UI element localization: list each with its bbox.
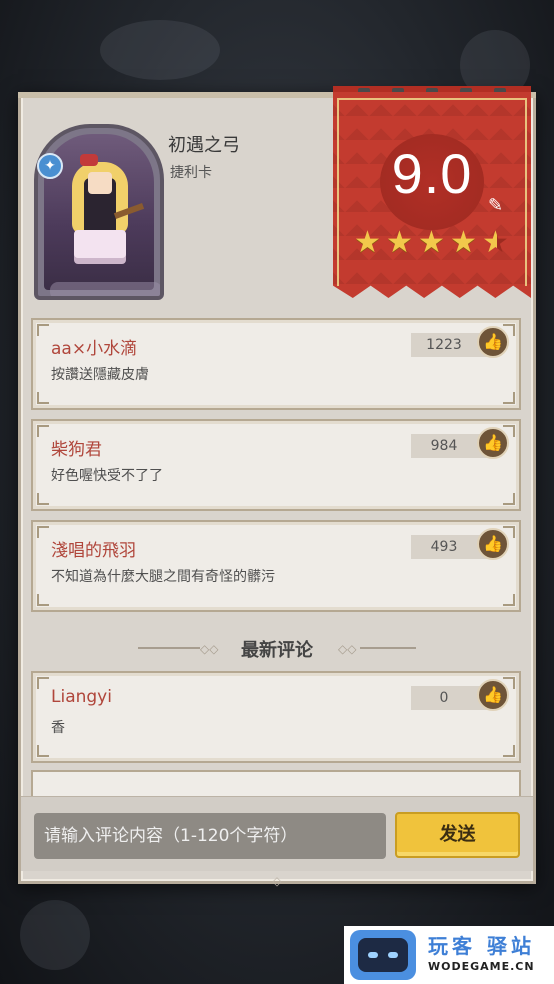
latest-comments-title: 最新评论 <box>241 640 313 661</box>
comment-card: 柴狗君 好色喔快受不了了 984 👍 <box>31 419 521 511</box>
comment-card: 淺唱的飛羽 不知道為什麼大腿之間有奇怪的髒污 493 👍 <box>31 520 521 612</box>
star-icon: ★ <box>450 225 477 260</box>
comment-username[interactable]: Liangyi <box>51 687 112 707</box>
comment-text: 按讚送隱藏皮膚 <box>51 367 149 383</box>
rating-score: 9.0 <box>391 142 473 205</box>
comment-username[interactable]: aa×小水滴 <box>51 334 137 359</box>
background-blur <box>20 900 90 970</box>
archer-badge-icon: ✦ <box>37 153 63 179</box>
comment-username[interactable]: 淺唱的飛羽 <box>51 536 136 561</box>
comment-card: Liangyi 香 0 👍 <box>31 671 521 763</box>
send-button[interactable]: 发送 <box>395 812 520 858</box>
hero-name: 初遇之弓 <box>168 135 240 156</box>
panel-bottom-ornament: ◇ <box>272 874 282 888</box>
pencil-icon[interactable]: ✎ <box>488 196 508 216</box>
hero-type: 捷利卡 <box>170 165 212 181</box>
star-icon: ★ <box>418 225 445 260</box>
diamond-ornament-icon: ◇◇ <box>338 642 357 656</box>
star-icon: ★ <box>386 225 413 260</box>
divider-line <box>360 647 416 649</box>
comment-username[interactable]: 柴狗君 <box>51 435 102 460</box>
thumbs-up-icon[interactable]: 👍 <box>477 528 509 560</box>
thumbs-up-icon[interactable]: 👍 <box>477 427 509 459</box>
half-star-icon: ★ <box>482 228 512 258</box>
watermark-url: WODEGAME.CN <box>428 960 535 973</box>
thumbs-up-icon[interactable]: 👍 <box>477 679 509 711</box>
background-blur <box>100 20 220 80</box>
comment-input[interactable] <box>34 813 386 859</box>
watermark-title: 玩客 驿站 <box>428 934 535 958</box>
comment-text: 不知道為什麼大腿之間有奇怪的髒污 <box>51 569 275 585</box>
hero-portrait <box>34 124 164 300</box>
comment-text: 香 <box>51 720 65 736</box>
star-icon: ★ <box>354 225 381 260</box>
comment-card: aa×小水滴 按讚送隱藏皮膚 1223 👍 <box>31 318 521 410</box>
rating-stars: ★ ★ ★ ★ ★ <box>354 228 512 258</box>
thumbs-up-icon[interactable]: 👍 <box>477 326 509 358</box>
comment-text: 好色喔快受不了了 <box>51 468 163 484</box>
